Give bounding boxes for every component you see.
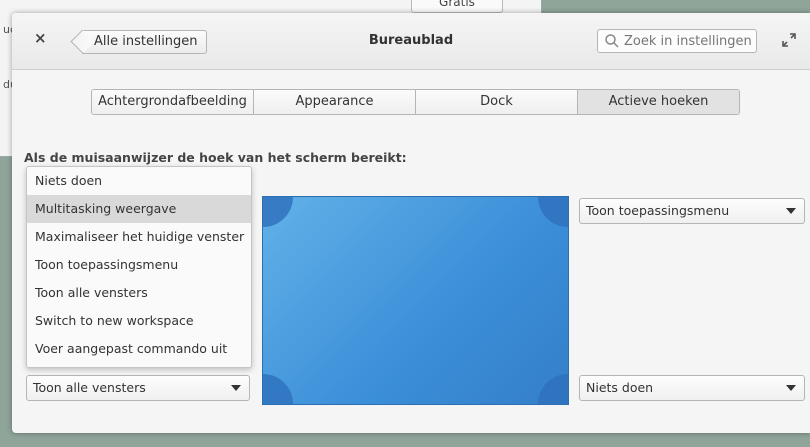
- top-right-corner-value: Toon toepassingsmenu: [586, 203, 730, 218]
- search-input[interactable]: [624, 33, 752, 49]
- menu-item-maximaliseer[interactable]: Maximaliseer het huidige venster: [27, 223, 251, 251]
- menu-item-aangepast-commando[interactable]: Voer aangepast commando uit: [27, 335, 251, 363]
- menu-item-toon-toepassingsmenu[interactable]: Toon toepassingsmenu: [27, 251, 251, 279]
- tab-appearance[interactable]: Appearance: [254, 90, 416, 114]
- top-right-corner-select[interactable]: Toon toepassingsmenu: [579, 198, 805, 224]
- desktop-preview: [262, 196, 569, 405]
- maximize-icon[interactable]: [782, 33, 796, 47]
- corner-bottom-left: [263, 374, 293, 404]
- menu-item-toon-alle-vensters[interactable]: Toon alle vensters: [27, 279, 251, 307]
- menu-item-multitasking-weergave[interactable]: Multitasking weergave: [27, 195, 251, 223]
- bottom-left-corner-select[interactable]: Toon alle vensters: [26, 375, 250, 401]
- tab-actieve-hoeken[interactable]: Actieve hoeken: [578, 90, 739, 114]
- hot-corners-heading: Als de muisaanwijzer de hoek van het sch…: [24, 150, 407, 165]
- menu-item-switch-workspace[interactable]: Switch to new workspace: [27, 307, 251, 335]
- settings-window: × Alle instellingen Bureaublad Achtergro…: [12, 13, 810, 433]
- tab-achtergrondafbeelding[interactable]: Achtergrondafbeelding: [92, 90, 254, 114]
- chevron-down-icon: [786, 385, 796, 391]
- menu-item-niets-doen[interactable]: Niets doen: [27, 167, 251, 195]
- search-field[interactable]: [597, 29, 757, 53]
- corner-top-left: [263, 197, 293, 227]
- corner-top-right: [538, 197, 568, 227]
- bottom-left-corner-value: Toon alle vensters: [33, 380, 146, 395]
- chevron-down-icon: [786, 208, 796, 214]
- titlebar: × Alle instellingen Bureaublad: [12, 13, 810, 70]
- bottom-right-corner-value: Niets doen: [586, 380, 654, 395]
- corner-bottom-right: [538, 374, 568, 404]
- background-gratis-button[interactable]: Gratis: [411, 0, 503, 13]
- corner-action-menu: Niets doen Multitasking weergave Maximal…: [26, 166, 252, 368]
- tab-bar: Achtergrondafbeelding Appearance Dock Ac…: [91, 89, 740, 115]
- bottom-right-corner-select[interactable]: Niets doen: [579, 375, 805, 401]
- tab-dock[interactable]: Dock: [416, 90, 578, 114]
- search-icon: [605, 34, 619, 48]
- chevron-down-icon: [231, 385, 241, 391]
